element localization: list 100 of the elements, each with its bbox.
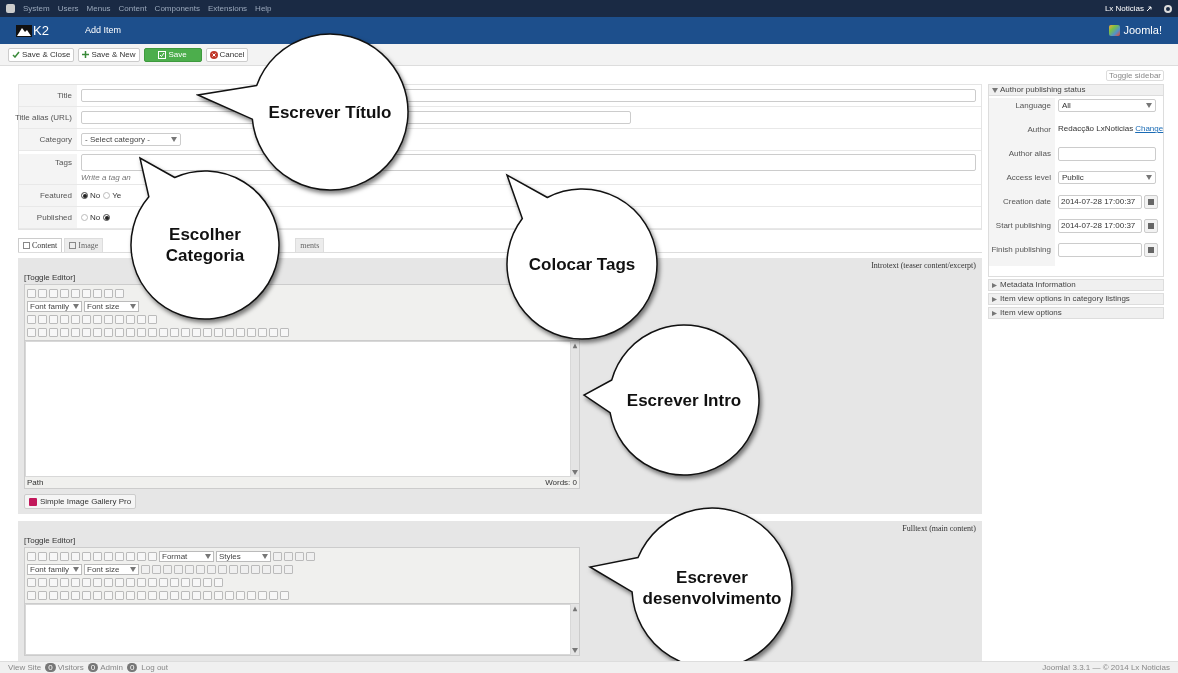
cancel-icon bbox=[209, 50, 218, 59]
radio-label: No bbox=[90, 189, 101, 202]
radio-button[interactable] bbox=[103, 214, 111, 221]
caret-icon bbox=[73, 303, 79, 309]
gallery-icon bbox=[29, 497, 37, 506]
gallery-button[interactable]: Simple Image Gallery Pro bbox=[24, 494, 137, 509]
callout-text: Escolher Categoria bbox=[164, 224, 246, 266]
toggle-editor-link[interactable]: [Toggle Editor] bbox=[24, 273, 76, 283]
caret-icon bbox=[205, 553, 211, 559]
caret-icon bbox=[992, 282, 998, 288]
field-label: Language bbox=[989, 98, 1055, 122]
menu-item[interactable]: Content bbox=[118, 2, 147, 15]
editor-dropdown[interactable]: Font size bbox=[84, 563, 139, 575]
path-label: Path bbox=[27, 478, 44, 487]
menu-item[interactable]: Help bbox=[255, 2, 272, 15]
panel-header[interactable]: Item view options bbox=[988, 307, 1164, 319]
date-input[interactable]: 2014-07-28 17:00:37 bbox=[1058, 195, 1142, 209]
editor-dropdown[interactable]: Format bbox=[159, 550, 214, 562]
field-label: Finish publishing bbox=[989, 242, 1055, 266]
editor-caption: Fulltext (main content) bbox=[902, 524, 976, 534]
radio-button[interactable] bbox=[103, 192, 111, 199]
panel-title: Metadata Information bbox=[1000, 279, 1076, 291]
dropdown[interactable]: Public bbox=[1058, 171, 1156, 184]
date-input[interactable]: 2014-07-28 17:00:37 bbox=[1058, 219, 1142, 233]
date-input[interactable] bbox=[1058, 243, 1142, 257]
menu-item[interactable]: Components bbox=[154, 2, 200, 15]
caret-icon bbox=[572, 648, 578, 653]
menu-item[interactable]: Menus bbox=[86, 2, 111, 15]
editor-dropdown[interactable]: Styles bbox=[216, 550, 271, 562]
menu-item[interactable]: Extensions bbox=[207, 2, 248, 15]
plus-icon bbox=[82, 51, 90, 58]
tab[interactable]: Content bbox=[18, 238, 63, 252]
scrollbar[interactable] bbox=[571, 604, 579, 655]
word-count: Words: 0 bbox=[545, 478, 577, 487]
panel-header[interactable]: Item view options in category listings bbox=[988, 293, 1164, 305]
field-label: Start publishing bbox=[989, 218, 1055, 242]
field-label: Author bbox=[989, 122, 1055, 146]
calendar-button[interactable] bbox=[1144, 219, 1158, 233]
editor-dropdown[interactable]: Font family bbox=[27, 563, 82, 575]
field-label: Title bbox=[19, 85, 77, 106]
alias-input[interactable] bbox=[1058, 147, 1156, 161]
menu-item[interactable]: Users bbox=[57, 2, 79, 15]
scrollbar[interactable] bbox=[571, 341, 579, 477]
count-badge: 0 bbox=[126, 663, 138, 672]
change-link[interactable]: Change bbox=[1135, 123, 1164, 135]
tags-hint: Write a tag an bbox=[81, 173, 132, 183]
caret-icon bbox=[572, 470, 578, 475]
radio-label: No bbox=[90, 211, 101, 224]
joomla-brand: Joomla! bbox=[1123, 23, 1162, 39]
toggle-sidebar-button[interactable]: Toggle sidebar bbox=[1105, 70, 1164, 81]
joomla-icon[interactable] bbox=[6, 4, 15, 13]
count-badge: 0 bbox=[45, 663, 56, 672]
toolbar-button[interactable]: Cancel bbox=[205, 47, 249, 62]
radio-button[interactable] bbox=[81, 214, 88, 221]
field-label: Featured bbox=[19, 185, 77, 206]
check-icon bbox=[12, 51, 20, 58]
tab-icon bbox=[69, 242, 77, 249]
editor-dropdown[interactable]: Font size bbox=[84, 300, 139, 312]
site-link[interactable]: Lx Noticias bbox=[1104, 2, 1144, 15]
page-title: Add Item bbox=[84, 23, 121, 37]
caret-icon bbox=[262, 553, 268, 559]
tab[interactable]: ments bbox=[295, 238, 325, 252]
author-name: Redacção LxNoticias bbox=[1058, 123, 1134, 135]
panel-title: Item view options bbox=[1000, 307, 1062, 319]
settings-icon[interactable] bbox=[1164, 4, 1172, 13]
caret-icon bbox=[73, 566, 79, 572]
calendar-button[interactable] bbox=[1144, 243, 1158, 257]
field-label: Access level bbox=[989, 170, 1055, 194]
panel-header[interactable]: Author publishing status bbox=[988, 84, 1164, 96]
radio-button[interactable] bbox=[81, 192, 88, 199]
caret-icon bbox=[992, 296, 998, 302]
external-link-icon bbox=[1146, 5, 1152, 12]
caret-icon bbox=[1146, 175, 1152, 180]
caret-icon bbox=[130, 303, 136, 309]
callout-text: Escrever Título bbox=[268, 101, 392, 123]
editor-text-area[interactable] bbox=[25, 604, 571, 655]
category-select[interactable]: - Select category - bbox=[81, 133, 181, 146]
tab-icon bbox=[23, 242, 30, 249]
toolbar-button[interactable]: Save & New bbox=[78, 47, 140, 62]
callout-text: Escrever Intro bbox=[626, 389, 742, 411]
panel-header[interactable]: Metadata Information bbox=[988, 279, 1164, 291]
calendar-icon bbox=[1148, 223, 1154, 229]
toolbar-button[interactable]: Save & Close bbox=[8, 47, 75, 62]
field-label: Published bbox=[19, 207, 77, 228]
field-label: Category bbox=[19, 129, 77, 150]
panel-title: Item view options in category listings bbox=[1000, 293, 1130, 305]
tab[interactable]: Image bbox=[64, 238, 104, 252]
calendar-button[interactable] bbox=[1144, 195, 1158, 209]
copyright-text: Joomla! 3.3.1 — © 2014 Lx Noticias bbox=[1042, 661, 1170, 673]
caret-icon bbox=[130, 566, 136, 572]
mountain-logo-icon bbox=[16, 24, 32, 37]
joomla-logo-icon bbox=[1109, 25, 1121, 36]
editor-text-area[interactable] bbox=[25, 341, 571, 477]
dropdown[interactable]: All bbox=[1058, 99, 1156, 112]
field-label: Creation date bbox=[989, 194, 1055, 218]
editor-dropdown[interactable]: Font family bbox=[27, 300, 82, 312]
toggle-editor-link[interactable]: [Toggle Editor] bbox=[24, 536, 76, 546]
calendar-icon bbox=[1148, 247, 1154, 253]
editor-caption: Introtext (teaser content/excerpt) bbox=[871, 261, 976, 271]
menu-item[interactable]: System bbox=[23, 2, 50, 15]
